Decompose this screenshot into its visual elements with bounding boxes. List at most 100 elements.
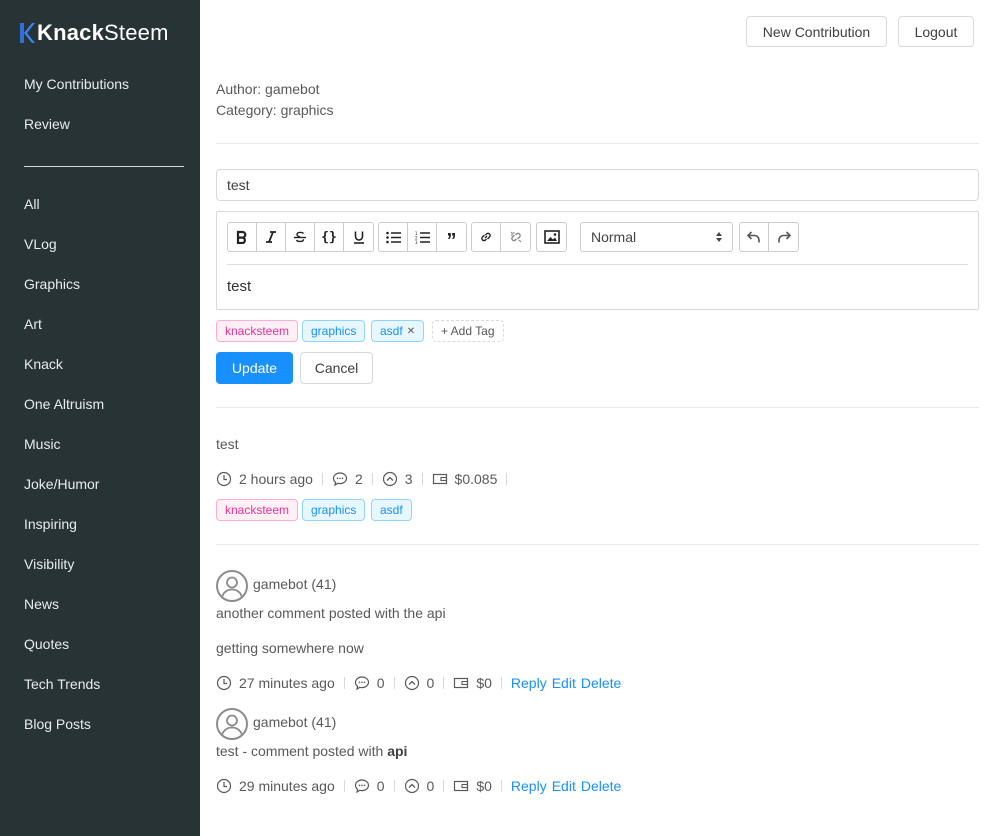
- separator: [343, 677, 345, 689]
- editor-body[interactable]: test: [227, 278, 251, 295]
- chevron-up-down-icon: [716, 232, 722, 242]
- sidebar-item-knack[interactable]: Knack: [24, 356, 63, 372]
- sidebar-item-all[interactable]: All: [24, 196, 40, 212]
- upvote-icon[interactable]: [404, 675, 420, 691]
- cancel-button[interactable]: Cancel: [300, 352, 373, 384]
- image-icon[interactable]: [537, 223, 566, 251]
- sidebar: KnackSteem My Contributions Review All V…: [0, 0, 200, 836]
- rich-text-editor: {} 123 ” Normal test: [216, 211, 979, 310]
- tag-asdf: asdf: [371, 499, 412, 521]
- bullet-list-icon[interactable]: [379, 223, 408, 251]
- post-stats: 2 hours ago 2 3 $0.085: [216, 470, 516, 488]
- comment-payout: $0: [476, 778, 492, 794]
- separator: [321, 473, 323, 485]
- history-group: [739, 222, 799, 252]
- upvote-icon[interactable]: [404, 778, 420, 794]
- sidebar-item-tech-trends[interactable]: Tech Trends: [24, 676, 100, 692]
- edit-link[interactable]: Edit: [552, 778, 576, 794]
- comment-author[interactable]: gamebot (41): [253, 576, 336, 592]
- comment-icon[interactable]: [354, 778, 370, 794]
- user-icon: [221, 714, 243, 736]
- reply-link[interactable]: Reply: [511, 675, 547, 691]
- italic-icon[interactable]: [257, 223, 286, 251]
- svg-text:3: 3: [415, 240, 418, 244]
- tag-graphics: graphics: [302, 499, 366, 521]
- brand-name: KnackSteem: [37, 20, 169, 45]
- upvote-icon[interactable]: [382, 471, 398, 487]
- sidebar-item-joke-humor[interactable]: Joke/Humor: [24, 476, 99, 492]
- sidebar-item-inspiring[interactable]: Inspiring: [24, 516, 77, 532]
- avatar[interactable]: [216, 570, 248, 602]
- separator: [443, 677, 445, 689]
- format-group: {}: [227, 222, 374, 252]
- wallet-icon: [432, 471, 448, 487]
- comment-icon[interactable]: [354, 675, 370, 691]
- logo[interactable]: KnackSteem: [19, 20, 169, 46]
- post-payout: $0.085: [454, 471, 498, 487]
- link-icon[interactable]: [472, 223, 501, 251]
- comment-time: 27 minutes ago: [239, 675, 335, 691]
- strike-icon[interactable]: [286, 223, 315, 251]
- separator: [371, 473, 373, 485]
- clock-icon: [216, 471, 232, 487]
- post-time: 2 hours ago: [239, 471, 313, 487]
- blockquote-icon[interactable]: ”: [437, 223, 466, 252]
- user-icon: [221, 576, 243, 598]
- sidebar-item-news[interactable]: News: [24, 596, 59, 612]
- avatar[interactable]: [216, 708, 248, 740]
- comment-payout: $0: [476, 675, 492, 691]
- undo-icon[interactable]: [740, 223, 769, 251]
- delete-link[interactable]: Delete: [581, 675, 621, 691]
- sidebar-item-quotes[interactable]: Quotes: [24, 636, 69, 652]
- separator: [393, 677, 395, 689]
- logout-button[interactable]: Logout: [898, 16, 974, 47]
- knack-logo-icon: [20, 23, 35, 43]
- tag-asdf: asdf ✕: [371, 320, 425, 342]
- format-select[interactable]: Normal: [580, 222, 733, 252]
- close-icon[interactable]: ✕: [407, 326, 415, 337]
- update-button[interactable]: Update: [216, 352, 293, 384]
- sidebar-item-one-altruism[interactable]: One Altruism: [24, 396, 104, 412]
- sidebar-item-graphics[interactable]: Graphics: [24, 276, 80, 292]
- comment-text: getting somewhere now: [216, 640, 364, 656]
- edit-link[interactable]: Edit: [552, 675, 576, 691]
- comment-icon[interactable]: [332, 471, 348, 487]
- sidebar-item-music[interactable]: Music: [24, 436, 61, 452]
- sidebar-item-art[interactable]: Art: [24, 316, 42, 332]
- separator: [506, 473, 508, 485]
- redo-icon[interactable]: [769, 223, 798, 251]
- clock-icon: [216, 778, 232, 794]
- delete-link[interactable]: Delete: [581, 778, 621, 794]
- code-block-icon[interactable]: {}: [315, 223, 344, 251]
- sidebar-item-my-contributions[interactable]: My Contributions: [24, 76, 129, 92]
- clock-icon: [216, 675, 232, 691]
- separator: [500, 677, 502, 689]
- comment-author[interactable]: gamebot (41): [253, 714, 336, 730]
- post-category: Category: graphics: [216, 102, 334, 118]
- add-tag-button[interactable]: + Add Tag: [432, 320, 504, 342]
- sidebar-item-review[interactable]: Review: [24, 116, 70, 132]
- bold-icon[interactable]: [228, 223, 257, 251]
- divider: [216, 544, 979, 545]
- sidebar-item-vlog[interactable]: VLog: [24, 236, 57, 252]
- tag-asdf-label: asdf: [380, 324, 403, 338]
- reply-link[interactable]: Reply: [511, 778, 547, 794]
- unlink-icon[interactable]: [501, 223, 530, 251]
- comment-reply-count: 0: [376, 675, 385, 691]
- sidebar-divider: [24, 166, 184, 167]
- separator: [443, 780, 445, 792]
- comment-vote-count: 0: [426, 675, 435, 691]
- sidebar-item-visibility[interactable]: Visibility: [24, 556, 74, 572]
- underline-icon[interactable]: [344, 223, 373, 251]
- editor-separator: [227, 264, 968, 265]
- new-contribution-button[interactable]: New Contribution: [746, 16, 887, 47]
- wallet-icon: [453, 675, 469, 691]
- comment-vote-count: 0: [426, 778, 435, 794]
- sidebar-item-blog-posts[interactable]: Blog Posts: [24, 716, 91, 732]
- separator: [393, 780, 395, 792]
- divider: [216, 407, 979, 408]
- comment-text: another comment posted with the api: [216, 605, 446, 621]
- ordered-list-icon[interactable]: 123: [408, 223, 437, 251]
- link-group: [471, 222, 531, 252]
- title-input[interactable]: [216, 169, 979, 201]
